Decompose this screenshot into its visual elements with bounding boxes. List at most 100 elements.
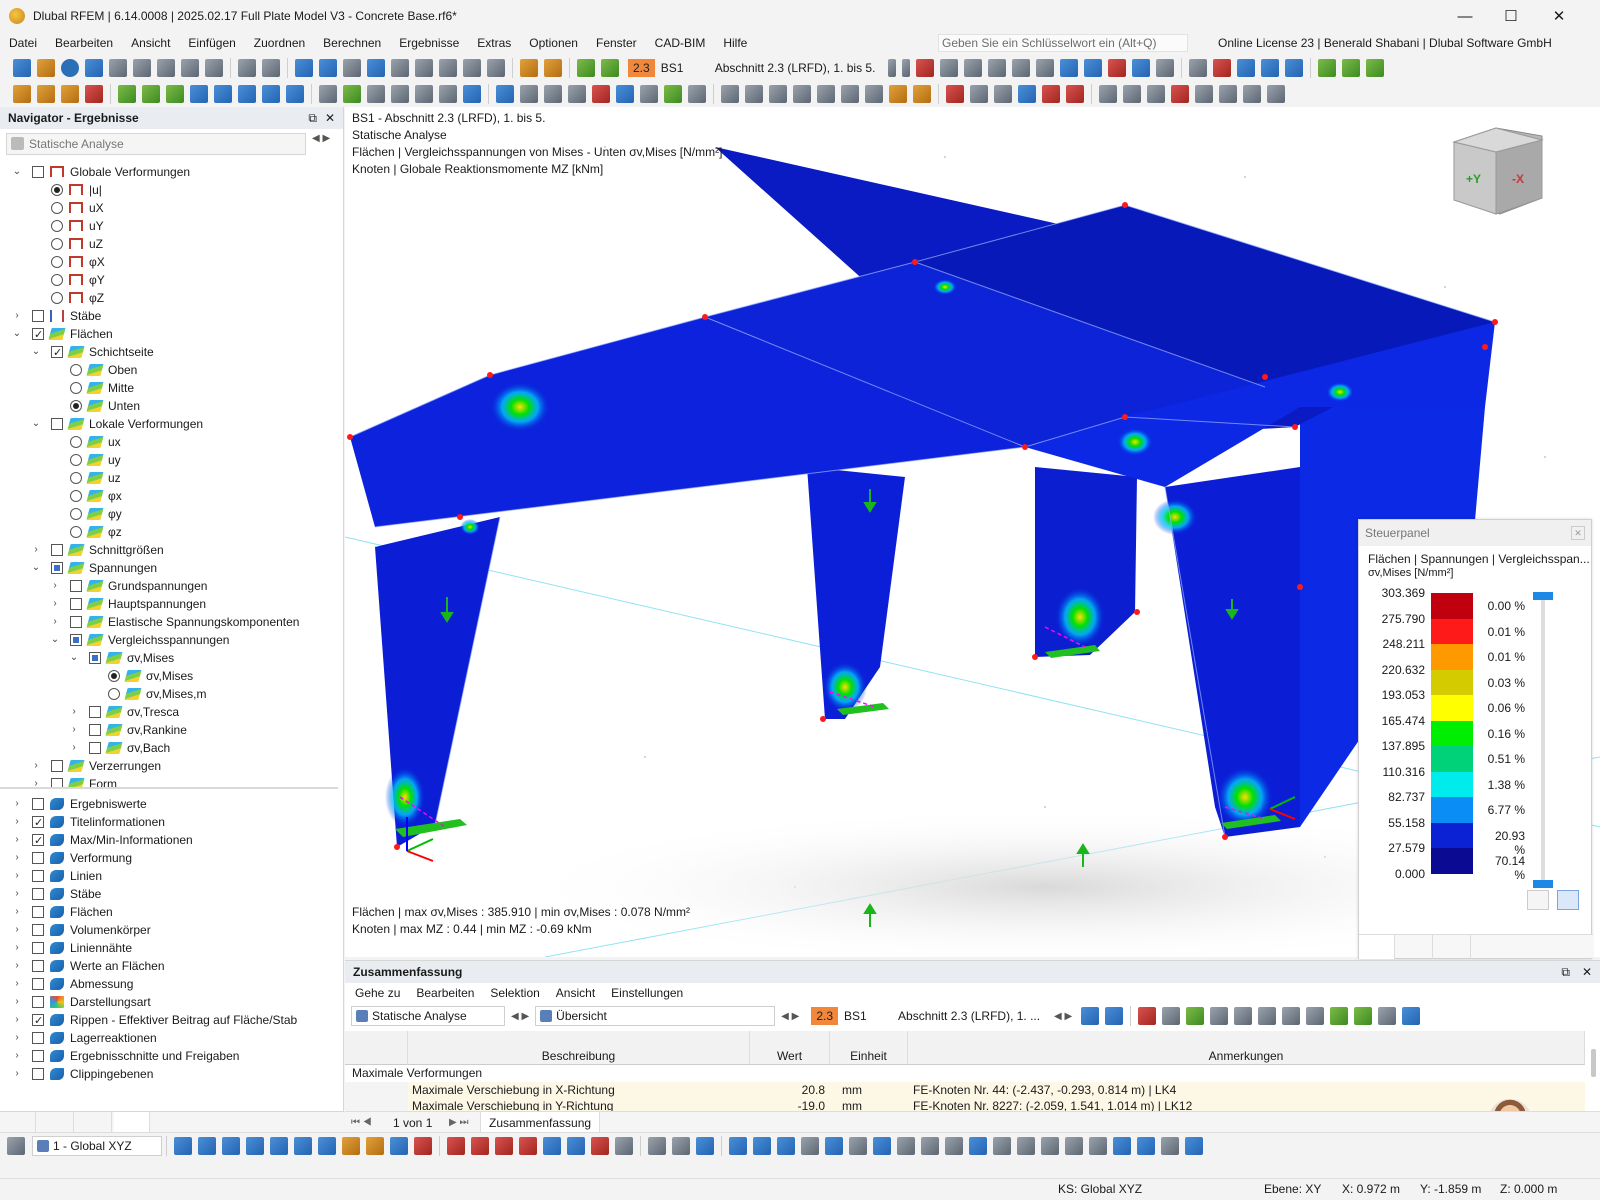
globe-icon[interactable] [487, 59, 505, 77]
radio-button[interactable] [108, 670, 120, 682]
summary-export-icon[interactable] [1354, 1007, 1373, 1025]
bottom-select-icon[interactable] [648, 1136, 666, 1155]
display-tree-item[interactable]: › Titelinformationen [0, 813, 338, 832]
expand-chevron-icon[interactable]: › [12, 795, 22, 813]
legend-slider-bottom-handle[interactable] [1533, 880, 1553, 888]
circle-toggle-icon[interactable] [1041, 1136, 1059, 1155]
menu-einfuegen[interactable]: Einfügen [179, 32, 244, 54]
camera-icon[interactable] [1195, 85, 1213, 103]
dimension-tool-icon[interactable] [520, 85, 538, 103]
radio-button[interactable] [70, 472, 82, 484]
result-tree-item[interactable]: › Form [0, 775, 338, 787]
expand-chevron-icon[interactable]: › [50, 613, 60, 631]
mesh-icon[interactable] [1188, 59, 1207, 77]
collapse-chevron-icon[interactable]: ⌄ [12, 325, 22, 343]
summary-excel-icon[interactable] [1330, 1007, 1349, 1025]
checkbox[interactable] [32, 326, 44, 344]
result-tree-item[interactable]: › Stäbe [0, 307, 338, 325]
view-cube[interactable]: +Y -X [1448, 122, 1548, 218]
radio-button[interactable] [70, 526, 82, 538]
result-tree-item[interactable]: σv,Mises,m [0, 685, 338, 703]
checkbox[interactable] [89, 706, 101, 718]
tab-filter-icon[interactable] [1435, 935, 1471, 959]
result-tree-item[interactable]: uy [0, 451, 338, 469]
result-tree-item[interactable]: uY [0, 217, 338, 235]
result-tree-item[interactable]: ⌄ Spannungen [0, 559, 338, 577]
status-coordinate-system[interactable]: KS: Global XYZ [1058, 1179, 1142, 1199]
collapse-chevron-icon[interactable]: ⌄ [12, 163, 22, 181]
radio-button[interactable] [108, 688, 120, 700]
clipboard-icon[interactable] [463, 59, 481, 77]
summary-select-icon[interactable] [1105, 1007, 1124, 1025]
tab-display-icon[interactable] [38, 1112, 74, 1134]
bottom-icon-2[interactable] [198, 1136, 216, 1155]
result-tree-item[interactable]: ⌄ Vergleichsspannungen [0, 631, 338, 649]
summary-nav-2[interactable]: ◀ ▶ [781, 1011, 799, 1022]
section-icon[interactable] [1131, 59, 1150, 77]
expand-chevron-icon[interactable]: › [12, 849, 22, 867]
snap-perpendicular-icon[interactable] [817, 85, 835, 103]
summary-grid-icon[interactable] [1306, 1007, 1325, 1025]
result-members-icon[interactable] [939, 59, 958, 77]
bottom-display-icon[interactable] [7, 1136, 25, 1155]
expand-chevron-icon[interactable]: › [69, 721, 79, 739]
render-icon[interactable] [1260, 59, 1279, 77]
expand-chevron-icon[interactable]: › [69, 739, 79, 757]
move-icon[interactable] [319, 85, 337, 103]
symmetry-icon[interactable] [1147, 85, 1165, 103]
snap-dim-toggle-icon[interactable] [825, 1136, 843, 1155]
summary-nav-3[interactable]: ◀ ▶ [1054, 1011, 1072, 1022]
grid-icon[interactable] [1155, 59, 1174, 77]
divide-icon[interactable] [439, 85, 457, 103]
collapse-chevron-icon[interactable]: ⌄ [31, 343, 41, 361]
bottom-icon-5[interactable] [270, 1136, 288, 1155]
view-side-icon[interactable] [1042, 85, 1060, 103]
snap-guide-toggle-icon[interactable] [801, 1136, 819, 1155]
radio-button[interactable] [70, 490, 82, 502]
view-top-icon[interactable] [1066, 85, 1084, 103]
foundation-icon[interactable] [166, 85, 184, 103]
control-panel-close-icon[interactable]: ✕ [1571, 526, 1585, 540]
values-toggle-icon[interactable] [1011, 59, 1030, 77]
radio-button[interactable] [70, 508, 82, 520]
result-tree-item[interactable]: φx [0, 487, 338, 505]
bottom-curve-icon[interactable] [672, 1136, 690, 1155]
table-row[interactable]: Maximale Verschiebung in X-Richtung 20.8 m… [345, 1082, 1585, 1098]
display-tree-item[interactable]: › Ergebnisschnitte und Freigaben [0, 1047, 338, 1065]
report-icon[interactable] [181, 59, 199, 77]
checkbox[interactable] [32, 814, 44, 832]
display-tree-item[interactable]: › Linien [0, 867, 338, 885]
tab-views-icon[interactable] [76, 1112, 112, 1134]
result-tree-item[interactable]: Oben [0, 361, 338, 379]
expand-chevron-icon[interactable]: › [50, 595, 60, 613]
display-tree-item[interactable]: › Werte an Flächen [0, 957, 338, 975]
solid-create-icon[interactable] [238, 85, 256, 103]
guide-icon[interactable] [544, 85, 562, 103]
checkbox[interactable] [32, 1032, 44, 1044]
support-icon[interactable] [118, 85, 136, 103]
radio-button[interactable] [70, 454, 82, 466]
display-tree-item[interactable]: › Rippen - Effektiver Beitrag auf Fläche/… [0, 1011, 338, 1030]
summary-scrollbar[interactable] [1591, 1049, 1596, 1077]
radio-button[interactable] [51, 184, 63, 196]
menu-cad-bim[interactable]: CAD-BIM [646, 32, 715, 54]
bottom-delete-icon[interactable] [696, 1136, 714, 1155]
console-icon[interactable] [391, 59, 409, 77]
checkbox[interactable] [32, 798, 44, 810]
expand-chevron-icon[interactable]: › [12, 921, 22, 939]
snap-parallel-icon[interactable] [841, 85, 859, 103]
navigator-nav-buttons[interactable]: ◀ ▶ [312, 133, 330, 144]
checkbox[interactable] [89, 742, 101, 754]
cloud-icon[interactable] [61, 59, 79, 77]
cube-face-x[interactable]: -X [1512, 172, 1524, 186]
legend-slider-top-handle[interactable] [1533, 592, 1553, 600]
bottom-line-icon[interactable] [447, 1136, 465, 1155]
reactions-icon[interactable] [664, 85, 682, 103]
snap-table-toggle-icon[interactable] [777, 1136, 795, 1155]
checkbox[interactable] [32, 870, 44, 882]
summary-filter-icon[interactable] [1402, 1007, 1421, 1025]
summary-table-icon[interactable] [1258, 1007, 1277, 1025]
result-tree-item[interactable]: › Verzerrungen [0, 757, 338, 775]
panel-icon[interactable] [367, 59, 385, 77]
navigator-toggle-icon[interactable] [295, 59, 313, 77]
